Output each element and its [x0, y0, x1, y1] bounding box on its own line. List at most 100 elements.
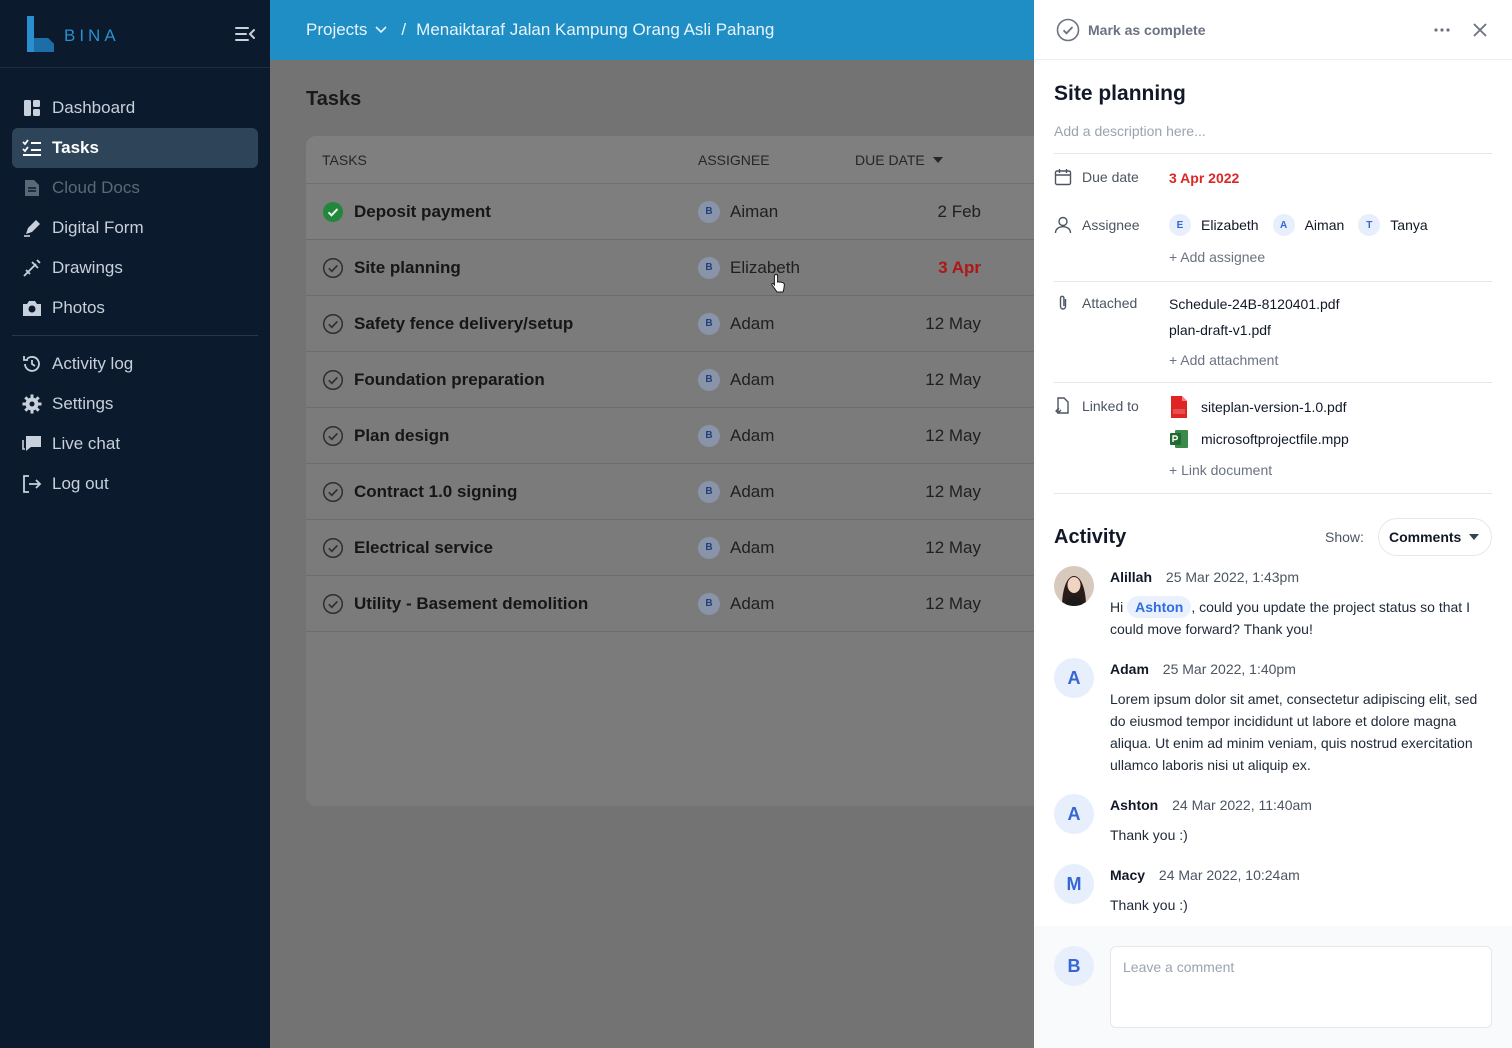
check-circle-icon[interactable]	[322, 593, 344, 615]
table-row[interactable]: Electrical service B Adam 12 May	[306, 520, 1034, 576]
assignee-cell: B Adam	[698, 480, 855, 503]
show-filter-label: Show:	[1325, 529, 1364, 545]
linked-document-name: microsoftprojectfile.mpp	[1201, 431, 1349, 447]
comment: M Macy 24 Mar 2022, 10:24am Thank you :)	[1054, 864, 1492, 916]
check-circle-icon[interactable]	[322, 257, 344, 279]
table-header: TASKS ASSIGNEE DUE DATE	[306, 136, 1034, 184]
drawing-icon	[22, 258, 42, 278]
sidebar-item-label: Digital Form	[52, 218, 144, 237]
assignee-name: Aiman	[1304, 217, 1345, 233]
sidebar-item-live-chat[interactable]: Live chat	[12, 424, 258, 464]
divider	[1054, 281, 1492, 282]
table-row[interactable]: Foundation preparation B Adam 12 May	[306, 352, 1034, 408]
avatar: M	[1054, 864, 1094, 904]
avatar: B	[698, 200, 720, 223]
document-icon	[22, 178, 42, 198]
column-header-assignee[interactable]: ASSIGNEE	[698, 152, 855, 168]
avatar	[1054, 566, 1094, 606]
assignee-name: Adam	[730, 593, 775, 613]
assignee-cell: B Adam	[698, 424, 855, 447]
attached-label: Attached	[1054, 294, 1137, 312]
breadcrumb-projects[interactable]: Projects	[306, 20, 367, 40]
task-name-cell: Contract 1.0 signing	[306, 481, 698, 503]
pdf-file-icon	[1171, 396, 1187, 418]
sidebar-item-settings[interactable]: Settings	[12, 384, 258, 424]
task-title[interactable]: Site planning	[1054, 82, 1186, 106]
divider	[1054, 153, 1492, 154]
comment-header: Ashton 24 Mar 2022, 11:40am	[1110, 794, 1492, 816]
column-header-tasks[interactable]: TASKS	[306, 152, 698, 168]
avatar: B	[698, 256, 720, 279]
close-icon[interactable]	[1470, 20, 1490, 40]
linked-document[interactable]: siteplan-version-1.0.pdf	[1169, 396, 1347, 418]
task-name: Site planning	[354, 257, 461, 277]
mark-complete-button[interactable]: Mark as complete	[1056, 18, 1206, 42]
caret-down-icon	[1469, 534, 1480, 540]
task-name-cell: Utility - Basement demolition	[306, 593, 698, 615]
task-name: Safety fence delivery/setup	[354, 313, 574, 333]
check-circle-icon[interactable]	[322, 481, 344, 503]
table-row[interactable]: Site planning B Elizabeth 3 Apr	[306, 240, 1034, 296]
task-name-cell: Safety fence delivery/setup	[306, 313, 698, 335]
avatar: A	[1272, 214, 1295, 236]
completed-check-icon[interactable]	[322, 201, 344, 223]
chevron-down-icon[interactable]	[375, 26, 387, 34]
activity-feed[interactable]: Alillah 25 Mar 2022, 1:43pm Hi Ashton, c…	[1054, 566, 1492, 924]
column-header-due-date[interactable]: DUE DATE	[855, 152, 1034, 168]
avatar: B	[698, 592, 720, 615]
sidebar-nav: Dashboard Tasks Cloud Docs Digital Form …	[0, 68, 270, 504]
due-date-cell: 12 May	[925, 313, 981, 333]
comment-input[interactable]	[1110, 946, 1492, 1028]
check-circle-icon[interactable]	[322, 313, 344, 335]
table-row[interactable]: Contract 1.0 signing B Adam 12 May	[306, 464, 1034, 520]
due-date-value[interactable]: 3 Apr 2022	[1169, 170, 1239, 186]
sidebar-item-photos[interactable]: Photos	[12, 288, 258, 328]
mention-tag[interactable]: Ashton	[1127, 596, 1192, 618]
sidebar-item-activity-log[interactable]: Activity log	[12, 344, 258, 384]
sidebar-item-log-out[interactable]: Log out	[12, 464, 258, 504]
attachment-link[interactable]: plan-draft-v1.pdf	[1169, 322, 1271, 338]
linked-to-label: Linked to	[1054, 397, 1139, 415]
assignee-chip[interactable]: E Elizabeth	[1169, 214, 1259, 236]
pointer-cursor-icon	[771, 273, 785, 293]
comment-text: Thank you :)	[1110, 897, 1188, 913]
task-name: Electrical service	[354, 537, 493, 557]
calendar-icon	[1054, 169, 1072, 186]
assignee-chip[interactable]: T Tanya	[1358, 214, 1428, 236]
comment-time: 25 Mar 2022, 1:40pm	[1162, 661, 1296, 677]
attachment-link[interactable]: Schedule-24B-8120401.pdf	[1169, 296, 1339, 312]
add-assignee-button[interactable]: + Add assignee	[1169, 249, 1265, 265]
avatar: E	[1169, 214, 1191, 236]
check-circle-icon[interactable]	[322, 425, 344, 447]
assignee-name: Adam	[730, 481, 775, 501]
table-row[interactable]: Deposit payment B Aiman 2 Feb	[306, 184, 1034, 240]
assignee-name: Tanya	[1390, 217, 1428, 233]
collapse-sidebar-icon[interactable]	[234, 24, 256, 44]
linked-to-label-text: Linked to	[1082, 398, 1139, 414]
table-row[interactable]: Plan design B Adam 12 May	[306, 408, 1034, 464]
more-options-icon[interactable]	[1432, 20, 1452, 40]
linked-document[interactable]: microsoftprojectfile.mpp	[1169, 428, 1349, 450]
activity-filter-select[interactable]: Comments	[1378, 518, 1492, 556]
main-content: Tasks TASKS ASSIGNEE DUE DATE Deposit pa…	[270, 60, 1034, 1048]
comment: Alillah 25 Mar 2022, 1:43pm Hi Ashton, c…	[1054, 566, 1492, 640]
check-circle-icon[interactable]	[322, 369, 344, 391]
check-circle-icon[interactable]	[322, 537, 344, 559]
due-date-cell: 12 May	[925, 537, 981, 557]
description-field[interactable]: Add a description here...	[1054, 123, 1206, 139]
check-circle-icon	[1056, 18, 1080, 41]
comment-body: Adam 25 Mar 2022, 1:40pm Lorem ipsum dol…	[1110, 658, 1492, 776]
link-document-button[interactable]: + Link document	[1169, 462, 1272, 478]
sidebar-item-digital-form[interactable]: Digital Form	[12, 208, 258, 248]
assignee-chip[interactable]: A Aiman	[1272, 214, 1345, 236]
history-icon	[22, 354, 42, 374]
linked-document-name: siteplan-version-1.0.pdf	[1201, 399, 1347, 415]
table-row[interactable]: Utility - Basement demolition B Adam 12 May	[306, 576, 1034, 632]
table-row[interactable]: Safety fence delivery/setup B Adam 12 May	[306, 296, 1034, 352]
sidebar-item-tasks[interactable]: Tasks	[12, 128, 258, 168]
sidebar-item-drawings[interactable]: Drawings	[12, 248, 258, 288]
add-attachment-button[interactable]: + Add attachment	[1169, 352, 1278, 368]
sidebar-item-dashboard[interactable]: Dashboard	[12, 88, 258, 128]
activity-title: Activity	[1054, 526, 1127, 548]
task-name: Deposit payment	[354, 201, 491, 221]
